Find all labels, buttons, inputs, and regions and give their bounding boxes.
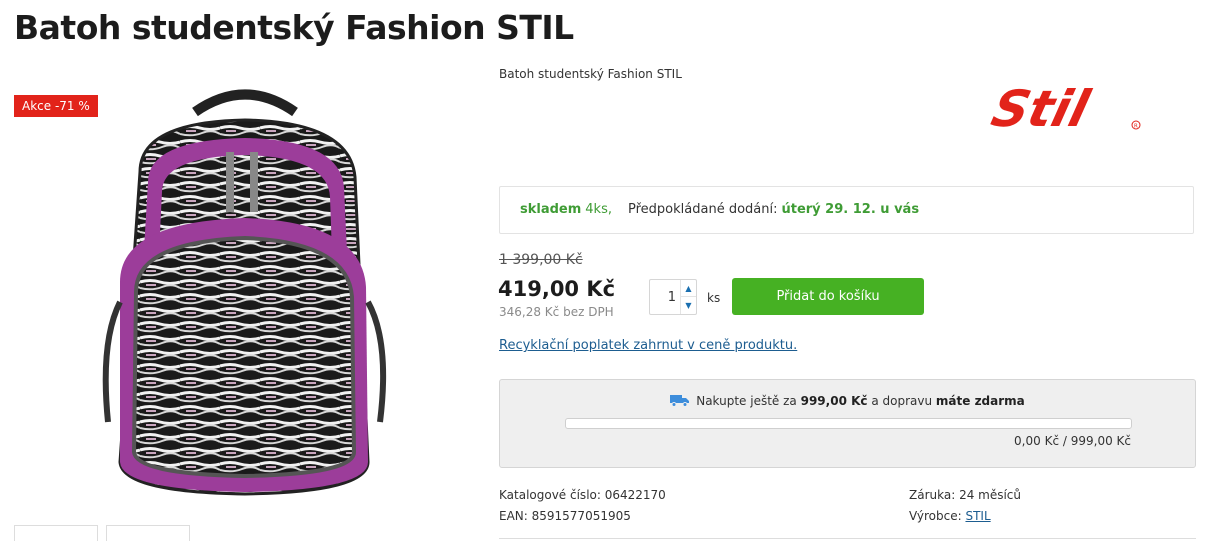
quantity-buttons: ▲ ▼	[680, 280, 696, 314]
brand-logo-text: Stil	[986, 80, 1095, 138]
shipping-progress-text: 0,00 Kč / 999,00 Kč	[1014, 434, 1131, 448]
free-shipping-message: Nakupte ještě za 999,00 Kč a dopravu mát…	[500, 394, 1195, 408]
delivery-label: Předpokládané dodání:	[628, 202, 778, 217]
decrease-quantity-button[interactable]: ▼	[681, 297, 696, 314]
manufacturer-label: Výrobce:	[909, 509, 962, 523]
svg-text:R: R	[1134, 124, 1138, 130]
warranty: Záruka: 24 měsíců	[909, 488, 1022, 502]
brand-logo[interactable]: Stil R	[985, 78, 1145, 138]
discount-badge: Akce -71 %	[14, 95, 98, 117]
shipping-remaining-amount: 999,00 Kč	[800, 394, 868, 408]
divider	[499, 538, 1196, 539]
shipping-text-middle: a dopravu	[871, 394, 933, 408]
catalog-number: Katalogové číslo: 06422170	[499, 488, 666, 502]
quantity-stepper[interactable]: 1 ▲ ▼	[649, 279, 697, 315]
thumbnail-2[interactable]	[106, 525, 190, 541]
delivery-date: úterý 29. 12. u vás	[781, 202, 920, 217]
product-gallery: Akce -71 %	[14, 78, 474, 541]
page-title: Batoh studentský Fashion STIL	[14, 8, 574, 47]
stock-status: skladem	[520, 202, 582, 217]
shipping-progress-bar	[565, 418, 1132, 429]
shipping-text-free: máte zdarma	[935, 394, 1025, 408]
increase-quantity-button[interactable]: ▲	[681, 280, 696, 297]
quantity-unit: ks	[707, 291, 721, 305]
stock-quantity: 4ks,	[585, 202, 612, 217]
manufacturer-link[interactable]: STIL	[965, 509, 990, 523]
price-without-vat: 346,28 Kč bez DPH	[499, 305, 614, 319]
quantity-input[interactable]: 1	[668, 290, 676, 305]
ean-code: EAN: 8591577051905	[499, 509, 631, 523]
product-image[interactable]	[100, 82, 390, 502]
free-shipping-box: Nakupte ještě za 999,00 Kč a dopravu mát…	[499, 379, 1196, 468]
thumbnail-1[interactable]	[14, 525, 98, 541]
short-description: Batoh studentský Fashion STIL	[499, 67, 682, 81]
recycling-fee-link[interactable]: Recyklační poplatek zahrnut v ceně produ…	[499, 338, 797, 353]
truck-icon	[670, 395, 690, 407]
add-to-cart-button[interactable]: Přidat do košíku	[732, 278, 924, 315]
current-price: 419,00 Kč	[498, 277, 616, 301]
availability-box: skladem 4ks, Předpokládané dodání: úterý 29…	[499, 186, 1194, 234]
shipping-text-before: Nakupte ještě za	[696, 394, 797, 408]
old-price: 1 399,00 Kč	[499, 252, 583, 268]
